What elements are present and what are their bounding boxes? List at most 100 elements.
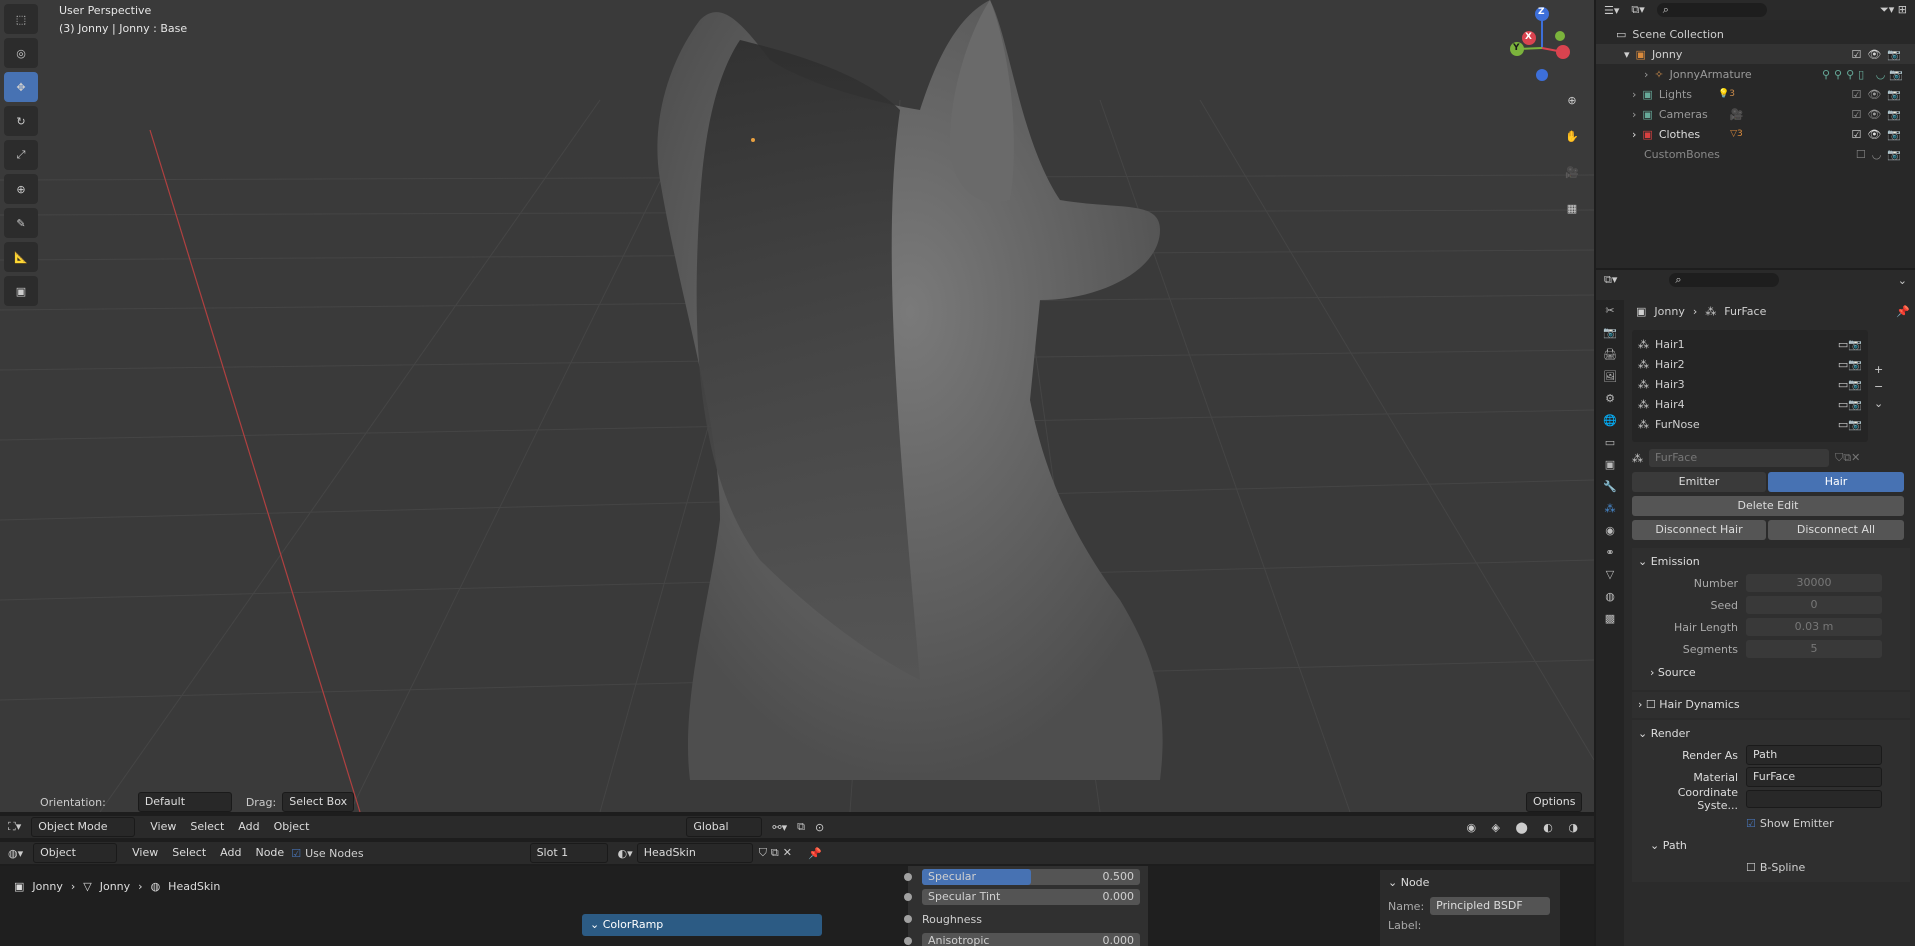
source-subpanel[interactable]: › Source [1638, 660, 1904, 686]
node-editor-area[interactable]: ▣ Jonny › ▽ Jonny › ◍ HeadSkin ⌄ ColorRa… [0, 866, 1594, 946]
constraints-tab-icon[interactable]: ⚭ [1605, 546, 1614, 559]
grid-view-icon[interactable]: ▦ [1560, 196, 1584, 220]
show-emitter-checkbox[interactable]: ☑ [1746, 817, 1756, 830]
render-toggle-icon[interactable]: ▭📷 [1838, 358, 1862, 371]
render-tab-icon[interactable]: 📷 [1603, 326, 1617, 339]
colorramp-node[interactable]: ⌄ ColorRamp [582, 914, 822, 936]
outliner-item-cameras[interactable]: › ▣ Cameras 🎥 ☑👁📷 [1596, 104, 1915, 124]
options-button[interactable]: Options [1526, 792, 1583, 812]
tab-hair[interactable]: Hair [1768, 472, 1904, 492]
orientation-dropdown[interactable]: Default [137, 792, 232, 812]
node-menu-view[interactable]: View [125, 842, 165, 864]
render-toggle-icon[interactable]: ▭📷 [1838, 378, 1862, 391]
hair-dynamics-panel[interactable]: › ☐ Hair Dynamics [1632, 692, 1910, 718]
emission-header[interactable]: ⌄ Emission [1638, 552, 1904, 572]
3d-viewport[interactable]: User Perspective (3) Jonny | Jonny : Bas… [0, 0, 1594, 812]
list-item[interactable]: ⁂ Hair3 ▭📷 [1638, 374, 1862, 394]
node-menu-select[interactable]: Select [165, 842, 213, 864]
socket-roughness[interactable]: Roughness [904, 908, 1148, 930]
chevron-down-icon[interactable]: ⌄ [1874, 397, 1883, 410]
texture-tab-icon[interactable]: ▩ [1605, 612, 1615, 625]
transform-space-dropdown[interactable]: Global [686, 817, 763, 837]
node-panel-title[interactable]: ⌄ Node [1380, 870, 1560, 895]
menu-select[interactable]: Select [183, 816, 231, 838]
segments-field[interactable]: 5 [1746, 640, 1882, 658]
outliner-item-custombones[interactable]: CustomBones ☐◡📷 [1596, 144, 1915, 164]
add-icon[interactable]: + [1874, 363, 1883, 376]
add-cube-icon[interactable]: ▣ [4, 276, 38, 306]
snap-icon[interactable]: ⧉ [797, 820, 805, 834]
properties-search-icon[interactable]: ⌕ [1669, 273, 1780, 287]
expand-icon[interactable]: › [1632, 88, 1636, 101]
node-menu-node[interactable]: Node [248, 842, 291, 864]
node-editor-type-icon[interactable]: ◍▾ [8, 847, 23, 860]
visibility-icons[interactable]: ☑👁📷 [1851, 88, 1907, 101]
world-tab-icon[interactable]: 🌐 [1603, 414, 1617, 427]
material-dropdown[interactable]: FurFace [1746, 767, 1882, 787]
render-toggle-icon[interactable]: ▭📷 [1838, 398, 1862, 411]
material-tab-icon[interactable]: ◍ [1605, 590, 1615, 603]
material-field[interactable]: HeadSkin [636, 843, 753, 863]
object-tab-icon[interactable]: ▣ [1605, 458, 1615, 471]
coordinate-system-field[interactable] [1746, 790, 1882, 808]
settings-actions-icon[interactable]: ⛉⧉✕ [1835, 451, 1860, 465]
delete-edit-button[interactable]: Delete Edit [1632, 496, 1904, 516]
list-item[interactable]: ⁂ Hair1 ▭📷 [1638, 334, 1862, 354]
display-mode-icon[interactable]: ⧉▾ [1631, 3, 1644, 17]
proportional-edit-icon[interactable]: ⊙ [815, 821, 824, 834]
scale-icon[interactable]: ⤢ [4, 140, 38, 170]
outliner-search-icon[interactable]: ⌕ [1656, 3, 1767, 17]
menu-object[interactable]: Object [267, 816, 317, 838]
chevron-down-icon[interactable]: ⌄ [1898, 274, 1907, 287]
socket-anisotropic[interactable]: Anisotropic 0.000 [904, 930, 1148, 946]
menu-view[interactable]: View [143, 816, 183, 838]
pan-hand-icon[interactable]: ✋ [1560, 124, 1584, 148]
transform-icon[interactable]: ⊕ [4, 174, 38, 204]
expand-icon[interactable]: › [1632, 128, 1636, 141]
cursor-icon[interactable]: ◎ [4, 38, 38, 68]
visibility-icons[interactable]: ☑👁📷 [1851, 128, 1907, 141]
expand-icon[interactable]: › [1632, 108, 1636, 121]
render-as-dropdown[interactable]: Path [1746, 745, 1882, 765]
hair-length-field[interactable]: 0.03 m [1746, 618, 1882, 636]
properties-type-icon[interactable]: ⧉▾ [1604, 273, 1617, 287]
view-layer-tab-icon[interactable]: 🖼 [1603, 370, 1617, 383]
physics-tab-icon[interactable]: ◉ [1605, 524, 1615, 537]
zoom-icon[interactable]: ⊕ [1560, 88, 1584, 112]
gizmo-y-label[interactable]: Y [1513, 43, 1520, 53]
visibility-icons[interactable]: ☑👁📷 [1851, 48, 1907, 61]
tab-emitter[interactable]: Emitter [1632, 472, 1766, 492]
particle-settings-field[interactable]: FurFace [1649, 449, 1829, 467]
pin-icon[interactable]: 📌 [808, 847, 822, 860]
menu-add[interactable]: Add [231, 816, 266, 838]
seed-field[interactable]: 0 [1746, 596, 1882, 614]
render-toggle-icon[interactable]: ▭📷 [1838, 418, 1862, 431]
bspline-checkbox[interactable]: ☐ [1746, 861, 1756, 874]
camera-icon[interactable]: 🎥 [1560, 160, 1584, 184]
render-header[interactable]: ⌄ Render [1638, 724, 1904, 744]
visibility-icons[interactable]: ☑👁📷 [1851, 108, 1907, 121]
modifier-tab-icon[interactable]: 🔧 [1603, 480, 1617, 493]
annotate-icon[interactable]: ✎ [4, 208, 38, 238]
select-box-icon[interactable]: ⬚ [4, 4, 38, 34]
list-item[interactable]: ⁂ FurNose ▭📷 [1638, 414, 1862, 434]
data-tab-icon[interactable]: ▽ [1606, 568, 1614, 581]
use-nodes-checkbox[interactable]: ☑ [291, 847, 301, 860]
slot-dropdown[interactable]: Slot 1 [529, 843, 608, 863]
node-type-dropdown[interactable]: Object [33, 843, 118, 863]
outliner-item-clothes[interactable]: › ▣ Clothes ▽3 ☑👁📷 [1596, 124, 1915, 144]
pivot-icon[interactable]: ⚯▾ [772, 821, 787, 834]
disconnect-all-button[interactable]: Disconnect All [1768, 520, 1904, 540]
output-tab-icon[interactable]: 🖨 [1603, 348, 1617, 361]
collection-tab-icon[interactable]: ▭ [1605, 436, 1615, 449]
socket-specular-tint[interactable]: Specular Tint 0.000 [904, 886, 1148, 908]
expand-icon[interactable]: ▾ [1624, 48, 1630, 61]
drag-dropdown[interactable]: Select Box [282, 792, 355, 812]
outliner-type-icon[interactable]: ☰▾ [1604, 4, 1619, 17]
tool-tab-icon[interactable]: ✂ [1605, 304, 1614, 317]
measure-icon[interactable]: 📐 [4, 242, 38, 272]
particle-system-list[interactable]: ⁂ Hair1 ▭📷 ⁂ Hair2 ▭📷 ⁂ Hair3 ▭📷 ⁂ Hair4 ▭📷 ⁂ Fur… [1632, 330, 1868, 442]
gizmo-z-label[interactable]: Z [1538, 7, 1545, 17]
outliner-item-jonny[interactable]: ▾ ▣ Jonny ☑👁📷 [1596, 44, 1915, 64]
remove-icon[interactable]: − [1874, 380, 1883, 393]
